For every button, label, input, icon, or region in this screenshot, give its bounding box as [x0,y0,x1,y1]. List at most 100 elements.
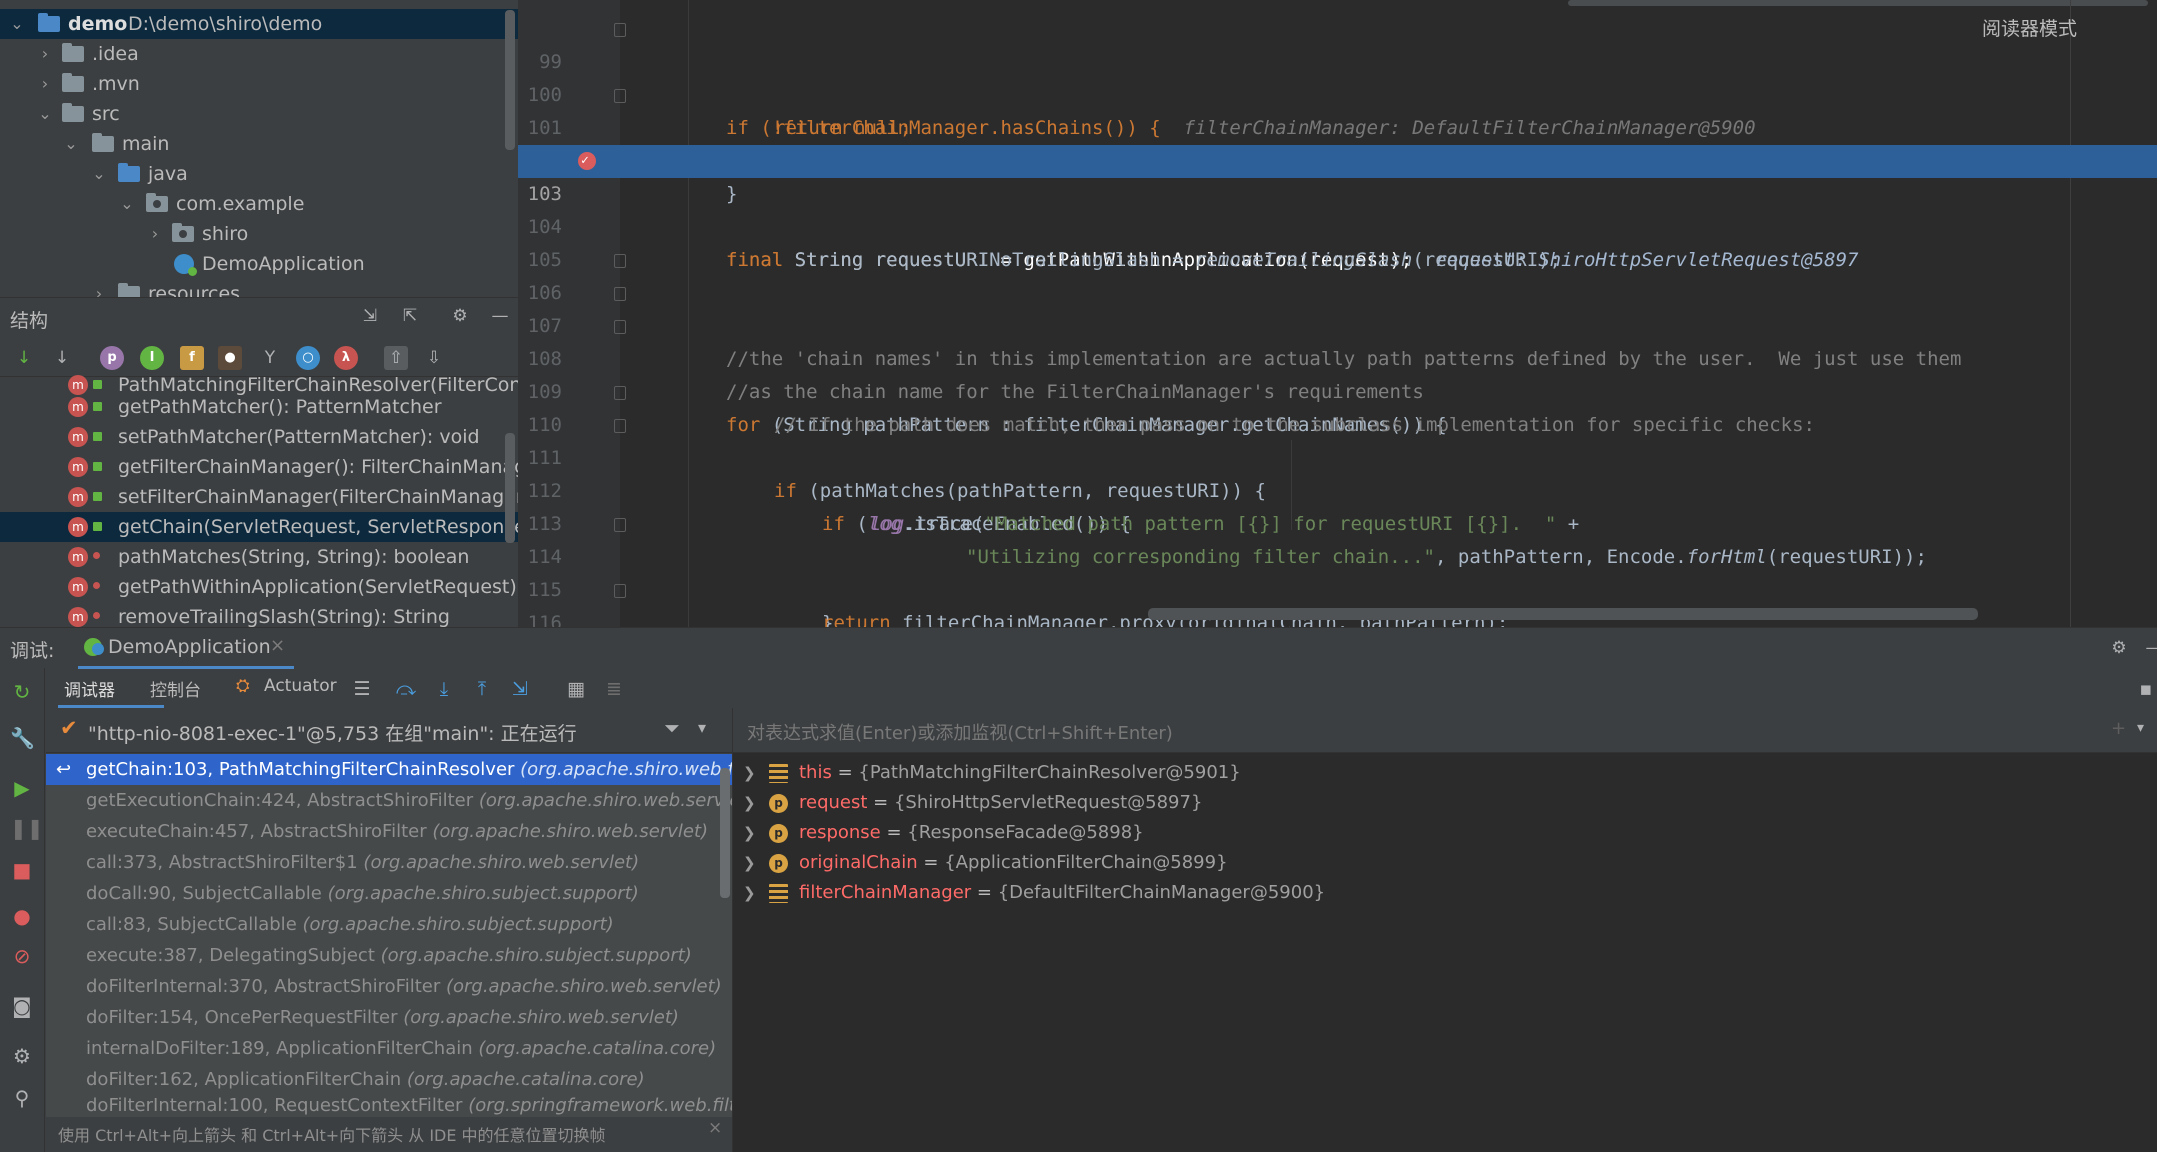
view-breakpoints-icon[interactable]: ● [10,904,34,928]
chevron-down-icon[interactable]: ⌄ [118,189,136,219]
stack-frame[interactable]: call:83, SubjectCallable (org.apache.shi… [46,909,732,940]
sort-visibility-icon[interactable]: ↓ [12,346,36,370]
step-into-icon[interactable]: ⤓ [432,677,456,701]
fold-marker-icon[interactable] [614,584,626,598]
stack-frame[interactable]: doFilterInternal:370, AbstractShiroFilte… [46,971,732,1002]
tree-item-demoapplication[interactable]: DemoApplication [0,249,518,279]
stack-frame[interactable]: executeChain:457, AbstractShiroFilter (o… [46,816,732,847]
chevron-down-icon[interactable]: ▾ [698,718,706,737]
member-row[interactable]: m getFilterChainManager(): FilterChainMa… [0,452,518,482]
tree-item-mvn[interactable]: › .mvn [0,69,518,99]
chevron-right-icon[interactable]: › [146,219,164,249]
evaluate-table-icon[interactable]: ▦ [564,677,588,701]
tree-item-src[interactable]: ⌄ src [0,99,518,129]
gear-icon[interactable]: ⚙ [2107,636,2131,660]
fold-marker-icon[interactable] [614,23,626,37]
stack-frame[interactable]: doFilter:154, OncePerRequestFilter (org.… [46,1002,732,1033]
fold-marker-icon[interactable] [614,89,626,103]
minimize-icon[interactable]: — [488,304,512,328]
stack-frame[interactable]: internalDoFilter:189, ApplicationFilterC… [46,1033,732,1064]
chevron-down-icon[interactable]: ⌄ [36,99,54,129]
chevron-right-icon[interactable]: ❯ [743,788,756,818]
fold-marker-icon[interactable] [614,254,626,268]
fold-marker-icon[interactable] [614,320,626,334]
gear-icon[interactable]: ⚙ [448,304,472,328]
variable-row[interactable]: ❯ filterChainManager = {DefaultFilterCha… [733,878,2157,908]
minimize-icon[interactable]: — [2142,636,2157,660]
sort-alpha-icon[interactable]: ↓ [50,346,74,370]
autoscroll-to-source-icon[interactable]: ⇧ [384,346,408,370]
run-config-tab[interactable]: DemoApplication × [78,628,294,669]
structure-scrollbar[interactable] [505,433,515,543]
resume-icon[interactable]: ▶ [10,776,34,800]
stack-frame[interactable]: getExecutionChain:424, AbstractShiroFilt… [46,785,732,816]
chevron-right-icon[interactable]: › [36,39,54,69]
code-editor[interactable]: 阅读器模式 99 if (!filterChainManager.hasChai… [518,0,2157,627]
chevron-down-icon[interactable]: ⌄ [62,129,80,159]
pin-icon[interactable]: ⚲ [10,1086,34,1110]
mute-breakpoints-icon[interactable]: ⊘ [10,944,34,968]
tree-item-idea[interactable]: › .idea [0,39,518,69]
fold-marker-icon[interactable] [614,419,626,433]
tree-item-resources[interactable]: › resources [0,279,518,297]
fold-marker-icon[interactable] [614,287,626,301]
tree-item-demo[interactable]: ⌄ demo D:\demo\shiro\demo [0,9,518,39]
tree-item-shiro[interactable]: › shiro [0,219,518,249]
fold-marker-icon[interactable] [614,386,626,400]
chevron-down-icon[interactable]: ▾ [2137,720,2144,736]
pause-icon[interactable]: ❚❚ [10,816,44,840]
editor-top-scrollbar[interactable] [1568,0,2148,6]
close-icon[interactable]: × [708,1118,722,1138]
member-row-selected[interactable]: m getChain(ServletRequest, ServletRespon… [0,512,518,542]
stack-frame-selected[interactable]: ↩ getChain:103, PathMatchingFilterChainR… [46,754,732,785]
stack-frame[interactable]: doCall:90, SubjectCallable (org.apache.s… [46,878,732,909]
breakpoint-icon[interactable] [578,144,596,177]
chevron-right-icon[interactable]: ❯ [743,848,756,878]
stop-icon[interactable]: ■ [10,858,34,882]
editor-horizontal-scrollbar[interactable] [1148,608,1978,620]
evaluate-expression-input[interactable]: 对表达式求值(Enter)或添加监视(Ctrl+Shift+Enter) + ▾ [733,708,2157,753]
autoscroll-from-source-icon[interactable]: ⇩ [422,346,446,370]
chevron-right-icon[interactable]: ❯ [743,758,756,788]
step-over-icon[interactable]: ⤼ [394,677,418,701]
run-to-cursor-icon[interactable]: ⇲ [508,677,532,701]
chevron-right-icon[interactable]: › [36,69,54,99]
chevron-down-icon[interactable]: ⌄ [8,9,26,39]
show-lambdas-icon[interactable]: λ [334,346,358,370]
chevron-down-icon[interactable]: ⌄ [90,159,108,189]
thread-selector[interactable]: ✔ "http-nio-8081-exec-1"@5,753 在组"main":… [46,708,732,753]
show-anonymous-classes-icon[interactable]: ○ [296,346,320,370]
expand-all-icon[interactable]: ⇲ [358,304,382,328]
member-row[interactable]: m setFilterChainManager(FilterChainManag… [0,482,518,512]
chevron-right-icon[interactable]: ❯ [743,818,756,848]
filter-icon[interactable]: ⏷ [664,716,680,740]
tab-console[interactable]: 控制台 [150,676,201,701]
stack-frame[interactable]: doFilterInternal:100, RequestContextFilt… [46,1095,732,1117]
trace-icon[interactable]: ≣ [602,677,626,701]
stack-frame[interactable]: call:373, AbstractShiroFilter$1 (org.apa… [46,847,732,878]
layout-icon[interactable]: ▪ [2134,677,2157,701]
member-row[interactable]: m pathMatches(String, String): boolean [0,542,518,572]
step-out-icon[interactable]: ⤒ [470,677,494,701]
camera-icon[interactable]: ◙ [10,994,34,1018]
add-watch-icon[interactable]: + [2111,718,2126,739]
member-row[interactable]: m getPathMatcher(): PatternMatcher [0,392,518,422]
frames-scrollbar[interactable] [720,768,730,898]
chevron-right-icon[interactable]: › [90,279,108,297]
stack-frame[interactable]: execute:387, DelegatingSubject (org.apac… [46,940,732,971]
variable-row[interactable]: ❯ this = {PathMatchingFilterChainResolve… [733,758,2157,788]
show-fields-icon[interactable]: f [180,346,204,370]
tree-item-com-example[interactable]: ⌄ com.example [0,189,518,219]
stack-frame[interactable]: doFilter:162, ApplicationFilterChain (or… [46,1064,732,1095]
show-non-public-icon[interactable]: ● [218,346,242,370]
member-row[interactable]: m getPathWithinApplication(ServletReques… [0,572,518,602]
fold-marker-icon[interactable] [614,518,626,532]
close-icon[interactable]: × [270,635,285,656]
variable-row[interactable]: ❯ p originalChain = {ApplicationFilterCh… [733,848,2157,878]
gear-icon[interactable]: ⚙ [10,1044,34,1068]
wrench-icon[interactable]: 🔧 [10,726,35,750]
show-inherited-icon[interactable]: I [140,346,164,370]
variable-row[interactable]: ❯ p request = {ShiroHttpServletRequest@5… [733,788,2157,818]
chevron-right-icon[interactable]: ❯ [743,878,756,908]
show-properties-icon[interactable]: p [100,346,124,370]
